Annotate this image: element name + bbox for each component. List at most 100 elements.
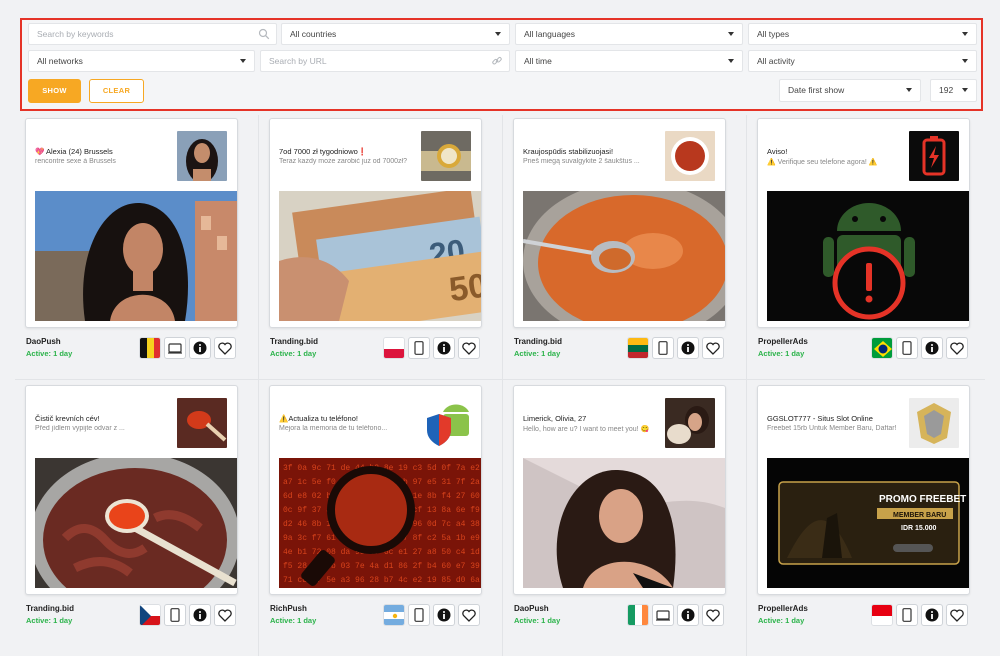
woman-selfie-image [35, 191, 237, 321]
ad-activity: Active: 1 day [758, 349, 805, 358]
low-battery-icon [909, 131, 959, 181]
ad-card[interactable]: Limerick, Olivia, 27 Hello, how are u? I… [503, 382, 734, 632]
ad-title: Aviso! [767, 147, 788, 156]
ads-grid: 💖 Alexia (24) Brussels rencontre sexe à … [15, 115, 985, 656]
keywords-search-input[interactable]: Search by keywords [28, 23, 277, 45]
ad-network: PropellerAds [758, 337, 808, 346]
chevron-down-icon [962, 32, 968, 36]
ad-preview[interactable]: GGSLOT777 - Situs Slot Online Freebet 15… [757, 385, 970, 595]
languages-select[interactable]: All languages [515, 23, 743, 45]
ad-card[interactable]: Kraujospūdis stabilizuojasi! Prieš miegą… [503, 115, 734, 365]
chevron-down-icon [962, 88, 968, 92]
networks-select[interactable]: All networks [28, 50, 255, 72]
red-spoon-icon [177, 398, 227, 448]
favorite-heart-button[interactable] [458, 337, 480, 359]
ad-title: GGSLOT777 - Situs Slot Online [767, 414, 873, 423]
countries-value: All countries [290, 29, 337, 39]
ad-card[interactable]: 💖 Alexia (24) Brussels rencontre sexe à … [15, 115, 246, 365]
info-button[interactable] [677, 604, 699, 626]
woman-dog-icon [665, 398, 715, 448]
ad-subtitle: Teraz każdy może zarobić już od 7000zł? [279, 158, 408, 165]
sort-select[interactable]: Date first show [779, 79, 921, 102]
languages-value: All languages [524, 29, 576, 39]
ad-title: Čistič krevních cév! [35, 414, 100, 423]
ad-preview[interactable]: Limerick, Olivia, 27 Hello, how are u? I… [513, 385, 726, 595]
favorite-heart-button[interactable] [458, 604, 480, 626]
show-button[interactable]: SHOW [28, 79, 81, 103]
ad-card[interactable]: 7od 7000 zł tygodniowo❗ Teraz każdy może… [259, 115, 490, 365]
ad-subtitle: Hello, how are u? I want to meet you! 😋 [523, 426, 650, 433]
desktop-icon[interactable] [164, 337, 186, 359]
info-button[interactable] [433, 337, 455, 359]
chevron-down-icon [728, 59, 734, 63]
mobile-icon[interactable] [652, 337, 674, 359]
chevron-down-icon [240, 59, 246, 63]
mobile-icon[interactable] [896, 604, 918, 626]
ad-card[interactable]: ⚠️Actualiza tu teléfono! Mejora la memor… [259, 382, 490, 632]
ad-preview[interactable]: Aviso! ⚠️ Verifique seu telefone agora! … [757, 118, 970, 328]
ad-preview[interactable]: Kraujospūdis stabilizuojasi! Prieš miegą… [513, 118, 726, 328]
countries-select[interactable]: All countries [281, 23, 510, 45]
ad-actions [139, 337, 236, 359]
mobile-icon[interactable] [896, 337, 918, 359]
android-warning-image [767, 191, 969, 321]
search-icon [258, 28, 270, 40]
time-select[interactable]: All time [515, 50, 743, 72]
types-value: All types [757, 29, 790, 39]
per-page-select[interactable]: 192 [930, 79, 977, 102]
favorite-heart-button[interactable] [214, 337, 236, 359]
ireland-flag-icon [627, 604, 649, 626]
activity-select[interactable]: All activity [748, 50, 977, 72]
ad-preview[interactable]: 💖 Alexia (24) Brussels rencontre sexe à … [25, 118, 238, 328]
ad-title: Kraujospūdis stabilizuojasi! [523, 147, 614, 156]
types-select[interactable]: All types [748, 23, 977, 45]
android-shield-icon [421, 398, 471, 448]
info-button[interactable] [921, 337, 943, 359]
chevron-down-icon [495, 32, 501, 36]
woman-bed-image [523, 458, 725, 588]
mobile-icon[interactable] [164, 604, 186, 626]
mobile-icon[interactable] [408, 337, 430, 359]
ad-activity: Active: 1 day [270, 349, 317, 358]
desktop-icon[interactable] [652, 604, 674, 626]
ad-activity: Active: 1 day [26, 349, 73, 358]
ad-network: Tranding.bid [514, 337, 562, 346]
ad-card[interactable]: GGSLOT777 - Situs Slot Online Freebet 15… [747, 382, 978, 632]
ad-preview[interactable]: Čistič krevních cév! Před jídlem vypijte… [25, 385, 238, 595]
ad-card[interactable]: Aviso! ⚠️ Verifique seu telefone agora! … [747, 115, 978, 365]
argentina-flag-icon [383, 604, 405, 626]
info-button[interactable] [677, 337, 699, 359]
orange-soup-image [523, 191, 725, 321]
ad-actions [383, 604, 480, 626]
ad-network: DaoPush [26, 337, 61, 346]
promo-line-1: MEMBER BARU [893, 512, 946, 519]
favorite-heart-button[interactable] [946, 604, 968, 626]
ad-activity: Active: 1 day [758, 616, 805, 625]
ad-actions [871, 604, 968, 626]
ad-actions [627, 337, 724, 359]
ad-preview[interactable]: ⚠️Actualiza tu teléfono! Mejora la memor… [269, 385, 482, 595]
info-button[interactable] [921, 604, 943, 626]
ad-actions [871, 337, 968, 359]
brazil-flag-icon [871, 337, 893, 359]
keywords-placeholder: Search by keywords [37, 29, 114, 39]
url-placeholder: Search by URL [269, 56, 327, 66]
time-value: All time [524, 56, 552, 66]
ad-subtitle: Mejora la memoria de tu teléfono... [279, 425, 388, 432]
favorite-heart-button[interactable] [702, 604, 724, 626]
info-button[interactable] [189, 604, 211, 626]
svg-text:50: 50 [447, 266, 481, 309]
info-button[interactable] [189, 337, 211, 359]
favorite-heart-button[interactable] [702, 337, 724, 359]
clear-button[interactable]: CLEAR [89, 79, 144, 103]
ad-activity: Active: 1 day [514, 616, 561, 625]
mobile-icon[interactable] [408, 604, 430, 626]
ad-card[interactable]: Čistič krevních cév! Před jídlem vypijte… [15, 382, 246, 632]
info-button[interactable] [433, 604, 455, 626]
ad-network: Tranding.bid [26, 604, 74, 613]
favorite-heart-button[interactable] [946, 337, 968, 359]
url-search-input[interactable]: Search by URL [260, 50, 510, 72]
sauce-bowl-icon [665, 131, 715, 181]
favorite-heart-button[interactable] [214, 604, 236, 626]
ad-preview[interactable]: 7od 7000 zł tygodniowo❗ Teraz każdy może… [269, 118, 482, 328]
